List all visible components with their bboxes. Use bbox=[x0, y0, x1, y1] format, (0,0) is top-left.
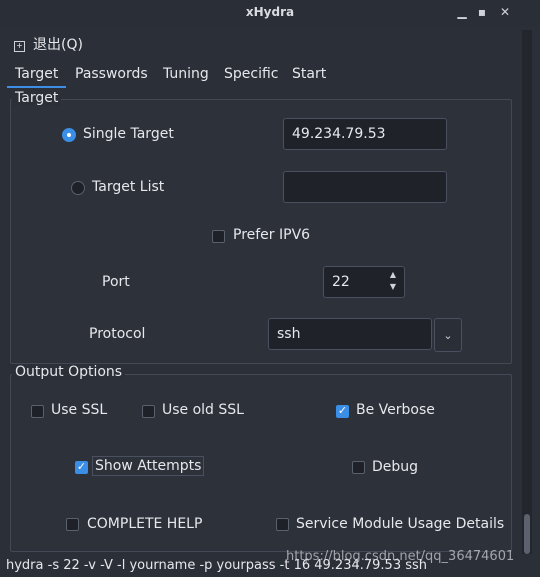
single-target-input[interactable]: 49.234.79.53 bbox=[283, 118, 447, 150]
target-list-label: Target List bbox=[92, 179, 165, 195]
single-target-label: Single Target bbox=[83, 126, 174, 142]
prefer-ipv6-checkbox[interactable] bbox=[212, 230, 225, 243]
menu-quit-label: 退出(Q) bbox=[33, 37, 83, 53]
close-icon[interactable]: ✕ bbox=[499, 6, 511, 18]
scrollbar-thumb[interactable] bbox=[524, 514, 530, 554]
port-spinbox[interactable]: 22 ▲ ▼ bbox=[323, 266, 405, 298]
show-attempts-checkbox[interactable] bbox=[75, 460, 88, 474]
menu-quit[interactable]: + 退出(Q) bbox=[14, 34, 83, 54]
output-options-title: Output Options bbox=[12, 364, 126, 380]
vertical-scrollbar[interactable] bbox=[522, 30, 532, 554]
target-group-title: Target bbox=[12, 90, 62, 106]
prefer-ipv6-label: Prefer IPV6 bbox=[233, 227, 311, 243]
service-module-checkbox[interactable] bbox=[276, 518, 289, 531]
tab-specific[interactable]: Specific bbox=[224, 66, 279, 82]
tab-target[interactable]: Target bbox=[6, 66, 67, 88]
use-ssl-label: Use SSL bbox=[51, 402, 108, 418]
protocol-label: Protocol bbox=[89, 326, 146, 342]
protocol-select[interactable]: ssh bbox=[268, 318, 432, 350]
port-value: 22 bbox=[332, 274, 350, 290]
show-attempts-label: Show Attempts bbox=[91, 456, 205, 476]
use-ssl-checkbox[interactable] bbox=[31, 405, 44, 418]
target-list-radio[interactable] bbox=[71, 181, 85, 195]
port-label: Port bbox=[102, 274, 130, 290]
maximize-icon[interactable]: ▪ bbox=[476, 6, 488, 18]
menu-bar: + 退出(Q) bbox=[0, 30, 520, 56]
chevron-down-icon[interactable]: ⌄ bbox=[434, 318, 462, 352]
tab-passwords[interactable]: Passwords bbox=[75, 66, 148, 82]
complete-help-label: COMPLETE HELP bbox=[87, 516, 203, 532]
debug-checkbox[interactable] bbox=[352, 461, 365, 474]
title-bar: xHydra ▁ ▪ ✕ bbox=[0, 0, 540, 26]
tab-tuning[interactable]: Tuning bbox=[163, 66, 209, 82]
use-old-ssl-checkbox[interactable] bbox=[142, 405, 155, 418]
tab-start[interactable]: Start bbox=[292, 66, 326, 82]
spin-arrows-icon[interactable]: ▲ ▼ bbox=[388, 269, 398, 293]
watermark: https://blog.csdn.net/qq_36474601 bbox=[286, 549, 515, 564]
tab-bar: Target Passwords Tuning Specific Start bbox=[0, 62, 520, 88]
be-verbose-label: Be Verbose bbox=[356, 402, 435, 418]
target-list-input[interactable] bbox=[283, 171, 447, 203]
single-target-radio[interactable] bbox=[62, 128, 76, 142]
use-old-ssl-label: Use old SSL bbox=[162, 402, 244, 418]
minimize-icon[interactable]: ▁ bbox=[456, 6, 468, 18]
quit-icon: + bbox=[14, 41, 25, 52]
complete-help-checkbox[interactable] bbox=[66, 518, 79, 531]
be-verbose-checkbox[interactable] bbox=[336, 404, 349, 418]
debug-label: Debug bbox=[372, 459, 419, 475]
service-module-label: Service Module Usage Details bbox=[296, 516, 505, 532]
